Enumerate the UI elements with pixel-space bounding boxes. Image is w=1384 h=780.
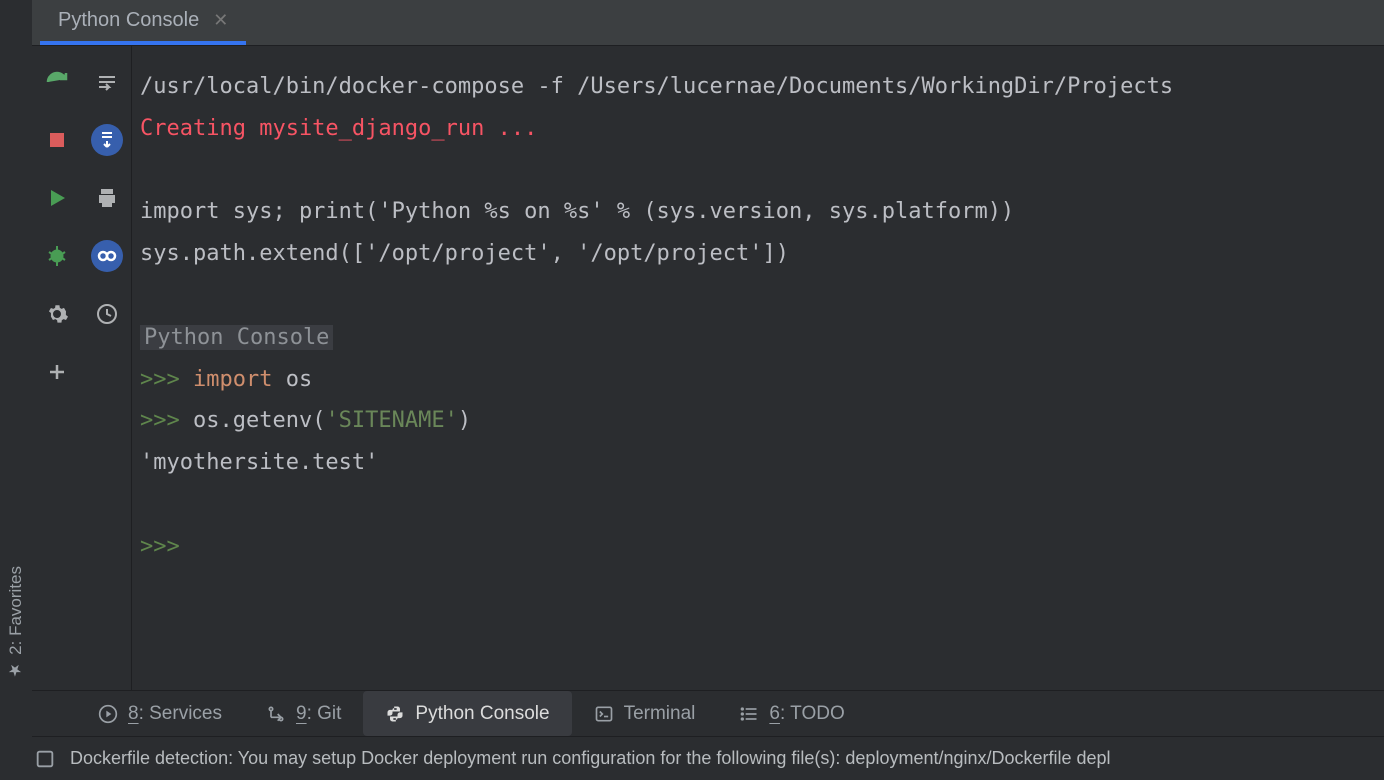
branch-icon — [266, 704, 286, 724]
console-toolbar-secondary — [82, 46, 132, 690]
status-bar: Dockerfile detection: You may setup Dock… — [32, 736, 1384, 780]
tab-key: 9 — [296, 703, 307, 724]
tab-terminal[interactable]: Terminal — [572, 691, 718, 736]
run-icon[interactable] — [41, 182, 73, 214]
print-icon[interactable] — [91, 182, 123, 214]
tab-label: : TODO — [780, 703, 845, 724]
console-line: import sys; print('Python %s on %s' % (s… — [140, 199, 1014, 224]
output: 'myothersite.test' — [140, 450, 378, 475]
add-icon[interactable] — [41, 356, 73, 388]
close-icon[interactable]: ✕ — [213, 10, 228, 31]
code: os.getenv( — [193, 408, 325, 433]
tab-title: Python Console — [58, 9, 199, 32]
debug-icon[interactable] — [41, 240, 73, 272]
terminal-icon — [594, 704, 614, 724]
tab-label: Python Console — [415, 703, 549, 725]
scroll-to-end-icon[interactable] — [91, 124, 123, 156]
status-text: Dockerfile detection: You may setup Dock… — [70, 748, 1111, 769]
prompt: >>> — [140, 367, 193, 392]
tab-key: 8 — [128, 703, 139, 724]
console-line: Creating mysite_django_run ... — [140, 116, 537, 141]
code: os — [272, 367, 312, 392]
rerun-icon[interactable] — [41, 66, 73, 98]
tab-git[interactable]: 9: Git — [244, 691, 363, 736]
prompt: >>> — [140, 534, 193, 559]
list-icon — [739, 704, 759, 724]
console-toolbar-primary — [32, 46, 82, 690]
soft-wrap-icon[interactable] — [91, 66, 123, 98]
star-icon: ★ — [7, 661, 26, 680]
console-line: /usr/local/bin/docker-compose -f /Users/… — [140, 74, 1173, 99]
console-output[interactable]: /usr/local/bin/docker-compose -f /Users/… — [132, 46, 1384, 690]
string: 'SITENAME' — [325, 408, 457, 433]
left-gutter: ★ 2: Favorites — [0, 0, 32, 780]
favorites-label: 2: Favorites — [6, 566, 26, 655]
history-icon[interactable] — [91, 298, 123, 330]
bottom-tabs: 8: Services 9: Git Python Console Termin… — [32, 690, 1384, 736]
favorites-tab[interactable]: ★ 2: Favorites — [6, 566, 26, 680]
panel-tab-bar: Python Console ✕ — [32, 0, 1384, 46]
keyword: import — [193, 367, 272, 392]
tab-todo[interactable]: 6: TODO — [717, 691, 866, 736]
console-line: sys.path.extend(['/opt/project', '/opt/p… — [140, 241, 789, 266]
stop-icon[interactable] — [41, 124, 73, 156]
python-icon — [385, 704, 405, 724]
tab-label: : Services — [139, 703, 222, 724]
tab-python-console-bottom[interactable]: Python Console — [363, 691, 571, 736]
tab-key: 6 — [769, 703, 780, 724]
tab-label: : Git — [307, 703, 342, 724]
code: ) — [458, 408, 471, 433]
play-circle-icon — [98, 704, 118, 724]
notification-icon[interactable] — [34, 748, 56, 770]
settings-icon[interactable] — [41, 298, 73, 330]
tab-label: Terminal — [624, 703, 696, 725]
prompt: >>> — [140, 408, 193, 433]
console-header: Python Console — [140, 325, 333, 350]
show-variables-icon[interactable] — [91, 240, 123, 272]
tab-services[interactable]: 8: Services — [76, 691, 244, 736]
tab-python-console[interactable]: Python Console ✕ — [40, 0, 246, 45]
